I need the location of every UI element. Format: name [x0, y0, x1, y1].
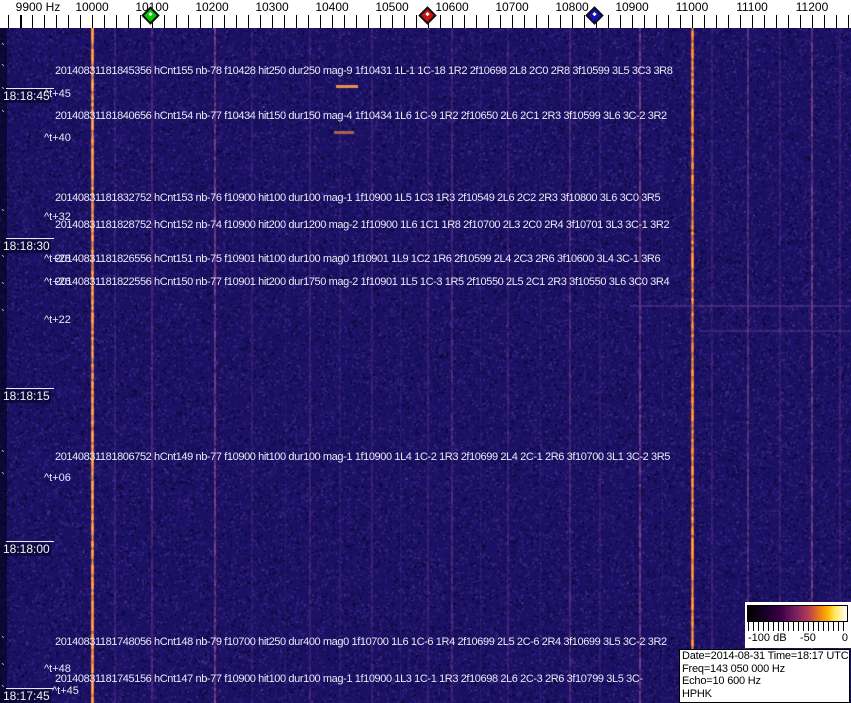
- frequency-axis: 9900 Hz100001010010200103001040010500106…: [0, 0, 851, 28]
- frequency-tick-label: 10500: [375, 0, 409, 14]
- frequency-tick-label: 10400: [315, 0, 349, 14]
- db-max-label: 0: [841, 632, 848, 644]
- frequency-tick-label: 11100: [736, 0, 768, 14]
- info-station: HPHK: [682, 687, 712, 700]
- meteor-spectrogram-app: 9900 Hz100001010010200103001040010500106…: [0, 0, 851, 703]
- frequency-tick-label: 10300: [255, 0, 289, 14]
- frequency-tick-label: 9900 Hz: [15, 0, 61, 14]
- frequency-tick-label: 10600: [435, 0, 469, 14]
- spectrogram-canvas: [0, 28, 851, 703]
- db-mid-label: -50: [800, 632, 816, 644]
- db-color-scale: -100 dB -50 0: [745, 602, 851, 648]
- frequency-tick-label: 10700: [495, 0, 529, 14]
- frequency-tick-label: 11000: [675, 0, 709, 14]
- db-scale-ticks: [748, 622, 848, 631]
- info-date-time: Date=2014-08-31 Time=18:17 UTC: [682, 650, 849, 662]
- db-min-label: -100 dB: [748, 632, 787, 644]
- info-frequency: Freq=143 050 000 Hz: [682, 662, 785, 675]
- frequency-tick-label: 10900: [615, 0, 649, 14]
- frequency-tick-label: 11200: [795, 0, 829, 14]
- status-info-box: Date=2014-08-31 Time=18:17 UTC Freq=143 …: [679, 649, 850, 703]
- frequency-tick-label: 10000: [75, 0, 109, 14]
- db-gradient-bar: [747, 605, 848, 622]
- spectrogram-left-margin: [0, 28, 7, 703]
- frequency-tick-label: 10800: [555, 0, 589, 14]
- db-scale-labels: -100 dB -50 0: [745, 632, 851, 646]
- frequency-tick-label: 10200: [195, 0, 229, 14]
- info-echo: Echo=10 600 Hz: [682, 675, 761, 687]
